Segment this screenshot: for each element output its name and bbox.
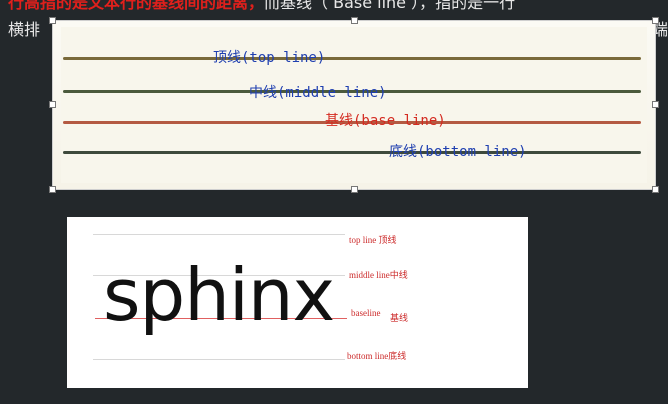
- header-text: 而基线（ Base line ），指的是一行: [264, 0, 516, 12]
- baseline-annotation: baseline: [351, 308, 381, 318]
- selected-image-lines[interactable]: 顶线(top line) 中线(middle line) 基线(base lin…: [49, 17, 659, 193]
- top-line-stroke: [63, 57, 641, 60]
- bottom-line-stroke: [63, 151, 641, 154]
- resize-handle-middle-right[interactable]: [652, 101, 659, 108]
- resize-handle-bottom-right[interactable]: [652, 186, 659, 193]
- middle-line-label: 中线(middle line): [249, 85, 387, 101]
- resize-handle-middle-left[interactable]: [49, 101, 56, 108]
- top-line-annotation: top line 顶线: [349, 235, 397, 245]
- sphinx-diagram-image[interactable]: sphinx top line 顶线 middle line中线 baselin…: [67, 217, 528, 388]
- lines-photo: 顶线(top line) 中线(middle line) 基线(base lin…: [61, 27, 647, 183]
- sphinx-word: sphinx: [103, 253, 335, 337]
- resize-handle-bottom-left[interactable]: [49, 186, 56, 193]
- header-line-1: 行高指的是文本行的基线间的距离，而基线（ Base line ），指的是一行: [8, 0, 668, 14]
- resize-handle-top-left[interactable]: [49, 17, 56, 24]
- bottom-line-annotation: bottom line底线: [347, 351, 407, 361]
- resize-handle-top-center[interactable]: [351, 17, 358, 24]
- resize-handle-bottom-center[interactable]: [351, 186, 358, 193]
- resize-handle-top-right[interactable]: [652, 17, 659, 24]
- top-guide-line: [93, 234, 345, 235]
- bottom-guide-line: [93, 359, 345, 360]
- middle-line-annotation: middle line中线: [349, 270, 408, 280]
- bottom-line-label: 底线(bottom line): [389, 144, 527, 160]
- base-line-label: 基线(base line): [325, 113, 446, 129]
- top-line-label: 顶线(top line): [213, 50, 326, 66]
- header-highlight: 行高指的是文本行的基线间的距离，: [8, 0, 265, 12]
- baseline-cn-annotation: 基线: [390, 313, 409, 323]
- header-line-2: 横排: [8, 20, 41, 39]
